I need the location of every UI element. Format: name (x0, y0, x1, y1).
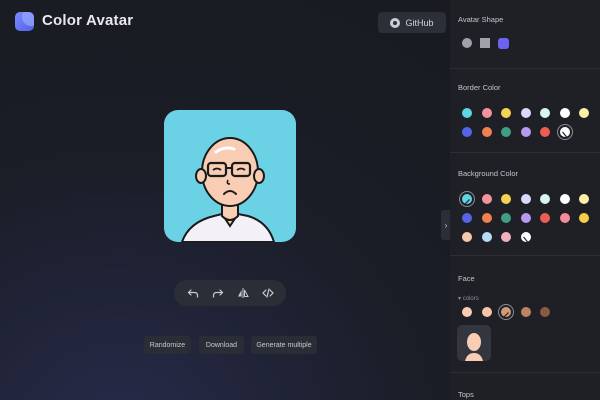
flip-icon (237, 288, 249, 298)
code-button[interactable] (258, 283, 278, 303)
app-title: Color Avatar (42, 12, 134, 29)
background-color-swatch[interactable] (520, 232, 531, 244)
app-logo (15, 12, 34, 31)
face-color-swatch[interactable] (462, 307, 472, 317)
border-color-swatch[interactable] (501, 127, 511, 137)
face-color-swatch[interactable] (481, 307, 492, 317)
undo-button[interactable] (183, 283, 203, 303)
background-color-swatch[interactable] (579, 194, 589, 204)
generate-multiple-button[interactable]: Generate multiple (251, 336, 317, 354)
border-color-swatch[interactable] (481, 108, 492, 118)
github-icon (390, 17, 401, 28)
undo-icon (187, 289, 198, 298)
background-color-swatch[interactable] (501, 232, 511, 242)
border-color-swatch[interactable] (556, 124, 573, 140)
border-color-swatch[interactable] (462, 108, 472, 118)
face-thumbnail-icon (465, 333, 483, 361)
border-color-swatch[interactable] (520, 108, 531, 118)
face-option-tile[interactable] (457, 325, 491, 361)
background-color-swatch[interactable] (481, 194, 492, 204)
randomize-button[interactable]: Randomize (144, 336, 191, 354)
border-color-title: Border Color (458, 83, 501, 92)
github-label: GitHub (405, 17, 434, 28)
face-colors-label: ▾ colors (458, 296, 479, 302)
avatar-shape-title: Avatar Shape (458, 15, 504, 24)
background-color-swatch[interactable] (462, 232, 472, 242)
border-color-swatch[interactable] (540, 108, 550, 118)
background-color-swatch[interactable] (481, 213, 492, 223)
download-button[interactable]: Download (199, 336, 244, 354)
shape-square-option[interactable] (480, 38, 490, 48)
code-icon (261, 288, 274, 298)
redo-button[interactable] (208, 283, 228, 303)
background-color-swatch[interactable] (559, 213, 570, 223)
background-color-swatch[interactable] (501, 213, 511, 223)
background-color-swatch[interactable] (520, 213, 531, 223)
border-color-swatch[interactable] (579, 108, 589, 118)
border-color-swatch[interactable] (520, 127, 531, 137)
tops-title: Tops (458, 390, 474, 399)
background-color-title: Background Color (458, 169, 519, 178)
background-color-swatch[interactable] (520, 194, 531, 204)
background-color-swatch[interactable] (501, 194, 511, 204)
avatar-illustration (180, 137, 276, 242)
background-color-swatch[interactable] (540, 194, 550, 204)
face-color-swatch[interactable] (540, 307, 550, 317)
face-title: Face (458, 274, 475, 283)
github-button[interactable]: GitHub (378, 12, 446, 33)
shape-circle-option[interactable] (462, 38, 472, 48)
border-color-swatch[interactable] (501, 108, 511, 118)
shape-squircle-option[interactable] (498, 38, 509, 49)
chevron-right-icon: › (444, 220, 448, 230)
background-color-swatch[interactable] (579, 213, 589, 223)
flip-button[interactable] (233, 283, 253, 303)
border-color-swatch[interactable] (540, 127, 550, 137)
background-color-swatch[interactable] (540, 213, 550, 223)
redo-icon (212, 289, 223, 298)
border-color-swatch[interactable] (559, 108, 570, 118)
background-color-swatch[interactable] (462, 213, 472, 223)
border-color-swatch[interactable] (462, 127, 472, 137)
face-color-swatch[interactable] (498, 304, 514, 320)
face-color-swatch[interactable] (520, 307, 531, 317)
background-color-swatch[interactable] (559, 194, 570, 204)
avatar-preview (164, 110, 296, 242)
action-toolbar (174, 280, 286, 306)
background-color-swatch[interactable] (459, 191, 475, 207)
background-color-swatch[interactable] (481, 232, 492, 242)
border-color-swatch[interactable] (481, 127, 492, 137)
